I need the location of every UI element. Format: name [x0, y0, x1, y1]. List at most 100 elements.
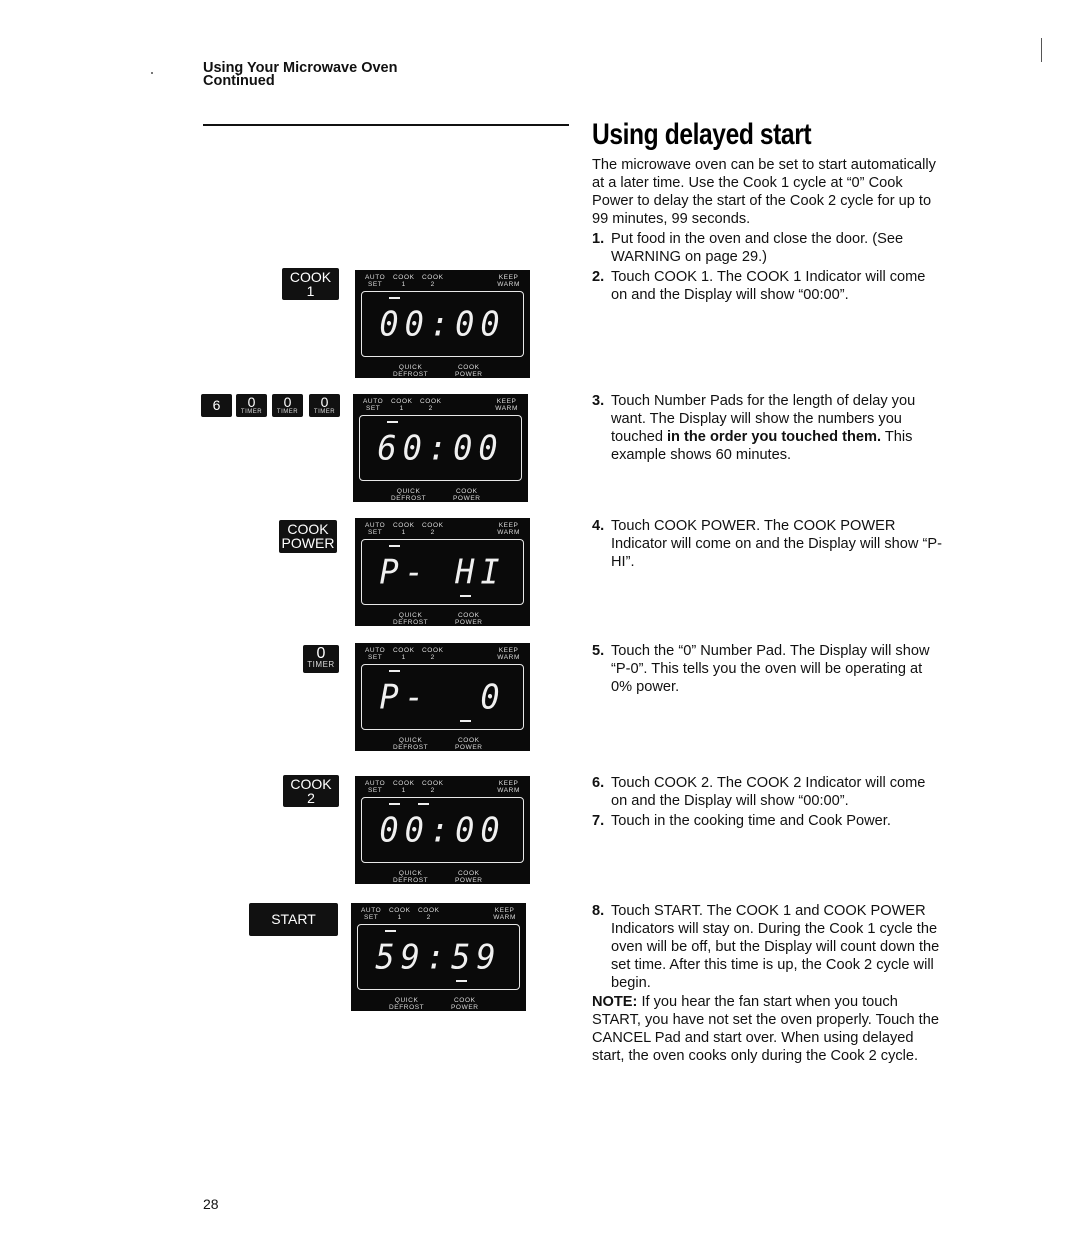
- cook-power-label: COOK POWER: [455, 364, 483, 378]
- step-number: 6.: [592, 775, 605, 791]
- oven-display: AUTO SET COOK 1 COOK 2 KEEP WARM 59:59 Q…: [351, 903, 526, 1011]
- cook1-label: COOK 1: [393, 780, 415, 794]
- step-text-emphasis: in the order you touched them.: [667, 429, 882, 445]
- cook1-indicator: [389, 670, 400, 672]
- step-4: 4. Touch COOK POWER. The COOK POWER Indi…: [592, 517, 942, 571]
- oven-display: AUTO SET COOK 1 COOK 2 KEEP WARM P- 0 QU…: [355, 643, 530, 751]
- step-1: 1. Put food in the oven and close the do…: [592, 230, 942, 266]
- margin-bar: [1041, 38, 1042, 62]
- auto-set-label: AUTO SET: [365, 647, 386, 661]
- cook1-indicator: [387, 421, 398, 423]
- display-readout: 00:00: [379, 810, 506, 850]
- cook2-label: COOK 2: [422, 274, 444, 288]
- cook1-indicator: [389, 297, 400, 299]
- pad-label: START: [271, 911, 316, 927]
- display-readout: P- HI: [379, 552, 506, 592]
- cook1-indicator: [385, 930, 396, 932]
- keep-warm-label: KEEP WARM: [493, 907, 516, 921]
- oven-display: AUTO SET COOK 1 COOK 2 KEEP WARM P- HI Q…: [355, 518, 530, 626]
- cook1-pad: COOK 1: [282, 268, 339, 300]
- auto-set-label: AUTO SET: [365, 274, 386, 288]
- note-label: NOTE:: [592, 994, 638, 1010]
- pad-label: 0: [283, 394, 292, 410]
- pad-label: 0: [247, 394, 256, 410]
- pad-sublabel: TIMER: [307, 660, 335, 669]
- number-0-timer-pad: 0 TIMER: [236, 394, 267, 417]
- pad-sublabel: TIMER: [313, 409, 336, 415]
- display-readout: 00:00: [379, 304, 506, 344]
- quick-defrost-label: QUICK DEFROST: [391, 488, 427, 502]
- pad-label: 6: [212, 397, 221, 413]
- display-readout: 60:00: [377, 428, 504, 468]
- cook1-label: COOK 1: [393, 522, 415, 536]
- cook2-indicator: [418, 803, 429, 805]
- auto-set-label: AUTO SET: [365, 522, 386, 536]
- cook2-label: COOK 2: [422, 522, 444, 536]
- cook2-pad: COOK 2: [283, 775, 339, 807]
- margin-mark: [151, 72, 153, 74]
- quick-defrost-label: QUICK DEFROST: [393, 612, 429, 626]
- header-rule: [203, 124, 569, 126]
- pad-label: COOK: [289, 269, 332, 285]
- section-header-continued: Continued: [203, 73, 275, 89]
- step-text: Touch in the cooking time and Cook Power…: [611, 813, 891, 829]
- auto-set-label: AUTO SET: [363, 398, 384, 412]
- step-text: Touch START. The COOK 1 and COOK POWER I…: [611, 903, 940, 991]
- step-number: 4.: [592, 518, 605, 534]
- pad-label: COOK: [290, 776, 332, 792]
- cook1-label: COOK 1: [393, 274, 415, 288]
- step-5: 5. Touch the “0” Number Pad. The Display…: [592, 642, 942, 696]
- display-screen: 60:00: [359, 415, 522, 481]
- cook1-indicator: [389, 545, 400, 547]
- display-readout: P- 0: [379, 677, 506, 717]
- note-paragraph: NOTE: If you hear the fan start when you…: [592, 993, 942, 1065]
- step-text: Touch the “0” Number Pad. The Display wi…: [611, 643, 930, 695]
- keep-warm-label: KEEP WARM: [497, 522, 520, 536]
- display-screen: P- 0: [361, 664, 524, 730]
- cook-power-indicator: [460, 595, 471, 597]
- display-screen: 59:59: [357, 924, 520, 990]
- cook-power-indicator: [460, 720, 471, 722]
- step-number: 3.: [592, 393, 605, 409]
- cook-power-pad: COOK POWER: [279, 520, 337, 553]
- pad-label: 2: [307, 790, 315, 806]
- pad-sublabel: TIMER: [240, 409, 263, 415]
- pad-label: POWER: [281, 535, 335, 551]
- cook-power-label: COOK POWER: [451, 997, 479, 1011]
- keep-warm-label: KEEP WARM: [495, 398, 518, 412]
- cook1-label: COOK 1: [393, 647, 415, 661]
- oven-display: AUTO SET COOK 1 COOK 2 KEEP WARM 00:00 Q…: [355, 776, 530, 884]
- pad-label: 0: [320, 394, 329, 410]
- cook1-indicator: [389, 803, 400, 805]
- oven-display: AUTO SET COOK 1 COOK 2 KEEP WARM 60:00 Q…: [353, 394, 528, 502]
- page-title: Using delayed start: [592, 118, 812, 151]
- cook-power-label: COOK POWER: [455, 612, 483, 626]
- quick-defrost-label: QUICK DEFROST: [389, 997, 425, 1011]
- page-number: 28: [203, 1196, 219, 1212]
- step-number: 7.: [592, 813, 605, 829]
- number-0-timer-pad: 0 TIMER: [272, 394, 303, 417]
- step-number: 1.: [592, 231, 605, 247]
- pad-label: COOK: [287, 521, 329, 537]
- cook2-label: COOK 2: [422, 647, 444, 661]
- step-text: Touch COOK POWER. The COOK POWER Indicat…: [611, 518, 942, 570]
- number-0-timer-pad: 0 TIMER: [303, 645, 339, 673]
- number-0-timer-pad: 0 TIMER: [309, 394, 340, 417]
- quick-defrost-label: QUICK DEFROST: [393, 364, 429, 378]
- keep-warm-label: KEEP WARM: [497, 274, 520, 288]
- step-7: 7. Touch in the cooking time and Cook Po…: [592, 812, 942, 830]
- cook-power-label: COOK POWER: [455, 870, 483, 884]
- keep-warm-label: KEEP WARM: [497, 647, 520, 661]
- start-pad: START: [249, 903, 338, 936]
- step-2: 2. Touch COOK 1. The COOK 1 Indicator wi…: [592, 268, 942, 304]
- keep-warm-label: KEEP WARM: [497, 780, 520, 794]
- step-text: Put food in the oven and close the door.…: [611, 231, 904, 265]
- cook1-label: COOK 1: [389, 907, 411, 921]
- cook-power-label: COOK POWER: [455, 737, 483, 751]
- display-readout: 59:59: [375, 937, 502, 977]
- note-text: If you hear the fan start when you touch…: [592, 994, 939, 1064]
- cook1-label: COOK 1: [391, 398, 413, 412]
- step-6: 6. Touch COOK 2. The COOK 2 Indicator wi…: [592, 774, 942, 810]
- step-text: Touch COOK 2. The COOK 2 Indicator will …: [611, 775, 926, 809]
- section-header: Using Your Microwave Oven Continued: [203, 61, 397, 89]
